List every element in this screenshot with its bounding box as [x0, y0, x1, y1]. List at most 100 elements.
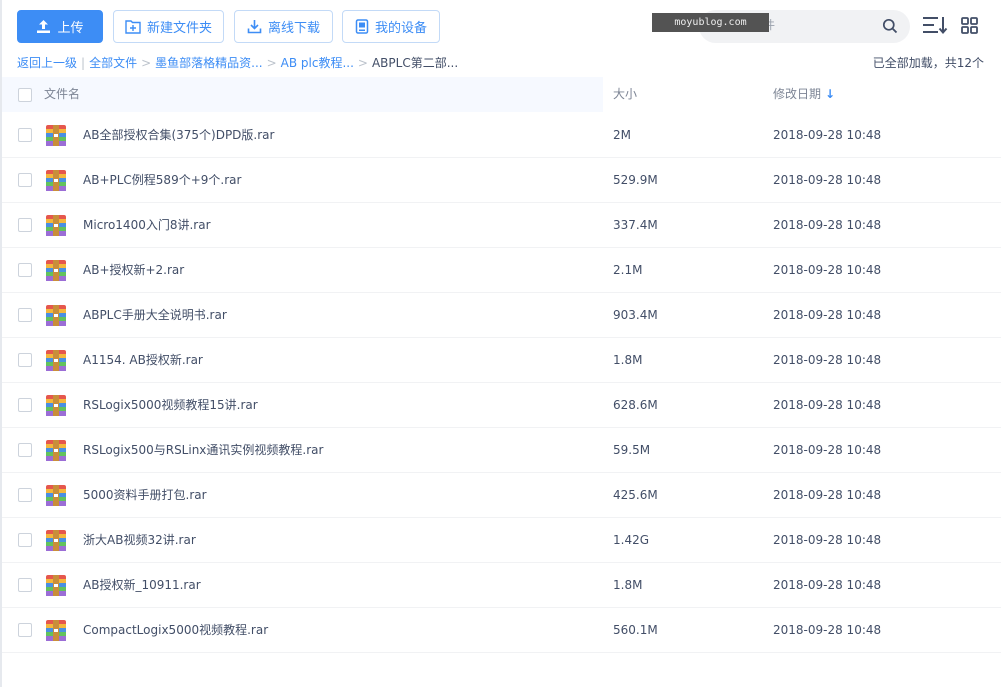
rar-archive-icon [46, 395, 66, 416]
row-checkbox[interactable] [18, 533, 32, 547]
rar-archive-icon [46, 170, 66, 191]
column-header-date-label: 修改日期 [773, 87, 822, 101]
file-name[interactable]: AB全部授权合集(375个)DPD版.rar [83, 113, 274, 158]
row-checkbox[interactable] [18, 353, 32, 367]
file-name[interactable]: RSLogix500与RSLinx通讯实例视频教程.rar [83, 428, 323, 473]
row-checkbox[interactable] [18, 443, 32, 457]
file-date: 2018-09-28 10:48 [773, 488, 882, 502]
row-checkbox[interactable] [18, 398, 32, 412]
file-name[interactable]: AB+授权新+2.rar [83, 248, 184, 293]
file-name[interactable]: AB授权新_10911.rar [83, 563, 201, 608]
row-checkbox[interactable] [18, 488, 32, 502]
upload-button[interactable]: 上传 [17, 10, 103, 43]
breadcrumb-item-folder-2[interactable]: AB plc教程... [281, 56, 354, 70]
breadcrumb-separator: | [81, 56, 86, 70]
breadcrumb-separator: > [266, 56, 277, 70]
file-row[interactable]: RSLogix500与RSLinx通讯实例视频教程.rar 59.5M 2018… [2, 428, 1001, 473]
row-checkbox[interactable] [18, 218, 32, 232]
my-devices-button[interactable]: 我的设备 [342, 10, 440, 43]
file-size: 2.1M [613, 263, 643, 277]
sort-down-icon: ↓ [825, 87, 836, 101]
file-size: 425.6M [613, 488, 658, 502]
file-name[interactable]: CompactLogix5000视频教程.rar [83, 608, 268, 653]
rar-archive-icon [46, 125, 66, 146]
new-folder-button[interactable]: 新建文件夹 [113, 10, 224, 43]
file-size: 1.42G [613, 533, 650, 547]
table-header: 文件名 大小 修改日期 ↓ [2, 77, 1001, 112]
file-date: 2018-09-28 10:48 [773, 218, 882, 232]
file-row[interactable]: CompactLogix5000视频教程.rar 560.1M 2018-09-… [2, 608, 1001, 653]
file-row[interactable]: AB+授权新+2.rar 2.1M 2018-09-28 10:48 [2, 248, 1001, 293]
rar-archive-icon [46, 530, 66, 551]
upload-icon [36, 19, 51, 34]
file-size: 560.1M [613, 623, 658, 637]
new-folder-icon [125, 19, 141, 34]
my-devices-label: 我的设备 [374, 21, 427, 36]
row-checkbox[interactable] [18, 173, 32, 187]
breadcrumb-separator: > [141, 56, 152, 70]
grid-view-icon[interactable] [961, 17, 978, 37]
file-list: AB全部授权合集(375个)DPD版.rar 2M 2018-09-28 10:… [2, 113, 1001, 653]
breadcrumb-back[interactable]: 返回上一级 [17, 56, 77, 70]
file-name[interactable]: A1154. AB授权新.rar [83, 338, 203, 383]
offline-download-button[interactable]: 离线下载 [234, 10, 333, 43]
file-row[interactable]: AB全部授权合集(375个)DPD版.rar 2M 2018-09-28 10:… [2, 113, 1001, 158]
file-date: 2018-09-28 10:48 [773, 443, 882, 457]
file-name[interactable]: RSLogix5000视频教程15讲.rar [83, 383, 258, 428]
new-folder-label: 新建文件夹 [146, 21, 212, 36]
sort-icon[interactable] [922, 15, 948, 38]
select-all-checkbox[interactable] [18, 88, 32, 102]
breadcrumb-item-current: ABPLC第二部... [371, 56, 459, 70]
download-icon [247, 19, 262, 34]
file-date: 2018-09-28 10:48 [773, 128, 882, 142]
file-size: 2M [613, 128, 631, 142]
breadcrumb-item-folder-1[interactable]: 墨鱼部落格精品资... [155, 56, 262, 70]
file-row[interactable]: 5000资料手册打包.rar 425.6M 2018-09-28 10:48 [2, 473, 1001, 518]
offline-download-label: 离线下载 [267, 21, 320, 36]
breadcrumb-item-all-files[interactable]: 全部文件 [89, 56, 137, 70]
file-date: 2018-09-28 10:48 [773, 578, 882, 592]
column-header-date[interactable]: 修改日期 ↓ [773, 77, 835, 112]
rar-archive-icon [46, 620, 66, 641]
file-name[interactable]: 5000资料手册打包.rar [83, 473, 207, 518]
rar-archive-icon [46, 485, 66, 506]
row-checkbox[interactable] [18, 578, 32, 592]
file-date: 2018-09-28 10:48 [773, 173, 882, 187]
file-row[interactable]: RSLogix5000视频教程15讲.rar 628.6M 2018-09-28… [2, 383, 1001, 428]
upload-label: 上传 [57, 21, 84, 36]
rar-archive-icon [46, 575, 66, 596]
file-row[interactable]: AB+PLC例程589个+9个.rar 529.9M 2018-09-28 10… [2, 158, 1001, 203]
row-checkbox[interactable] [18, 623, 32, 637]
file-size: 628.6M [613, 398, 658, 412]
file-row[interactable]: A1154. AB授权新.rar 1.8M 2018-09-28 10:48 [2, 338, 1001, 383]
file-name[interactable]: Micro1400入门8讲.rar [83, 203, 211, 248]
toolbar: 上传 新建文件夹 离线下载 我的设备 的文件 moyublog.com [17, 10, 1001, 43]
file-row[interactable]: Micro1400入门8讲.rar 337.4M 2018-09-28 10:4… [2, 203, 1001, 248]
rar-archive-icon [46, 440, 66, 461]
file-size: 337.4M [613, 218, 658, 232]
breadcrumb: 返回上一级 | 全部文件 > 墨鱼部落格精品资... > AB plc教程... > ABPLC… [17, 55, 458, 71]
file-row[interactable]: ABPLC手册大全说明书.rar 903.4M 2018-09-28 10:48 [2, 293, 1001, 338]
file-size: 59.5M [613, 443, 651, 457]
breadcrumb-separator: > [357, 56, 368, 70]
file-row[interactable]: 浙大AB视频32讲.rar 1.42G 2018-09-28 10:48 [2, 518, 1001, 563]
table-header-name-bg [2, 77, 603, 112]
file-date: 2018-09-28 10:48 [773, 263, 882, 277]
row-checkbox[interactable] [18, 128, 32, 142]
file-date: 2018-09-28 10:48 [773, 398, 882, 412]
file-date: 2018-09-28 10:48 [773, 353, 882, 367]
file-name[interactable]: AB+PLC例程589个+9个.rar [83, 158, 241, 203]
load-status: 已全部加载，共12个 [872, 56, 984, 70]
row-checkbox[interactable] [18, 263, 32, 277]
file-date: 2018-09-28 10:48 [773, 623, 882, 637]
file-size: 903.4M [613, 308, 658, 322]
file-name[interactable]: ABPLC手册大全说明书.rar [83, 293, 227, 338]
file-row[interactable]: AB授权新_10911.rar 1.8M 2018-09-28 10:48 [2, 563, 1001, 608]
search-icon[interactable] [882, 18, 898, 37]
row-checkbox[interactable] [18, 308, 32, 322]
rar-archive-icon [46, 260, 66, 281]
column-header-size[interactable]: 大小 [613, 77, 637, 112]
column-header-name[interactable]: 文件名 [44, 77, 80, 112]
file-name[interactable]: 浙大AB视频32讲.rar [83, 518, 196, 563]
watermark: moyublog.com [652, 13, 769, 32]
